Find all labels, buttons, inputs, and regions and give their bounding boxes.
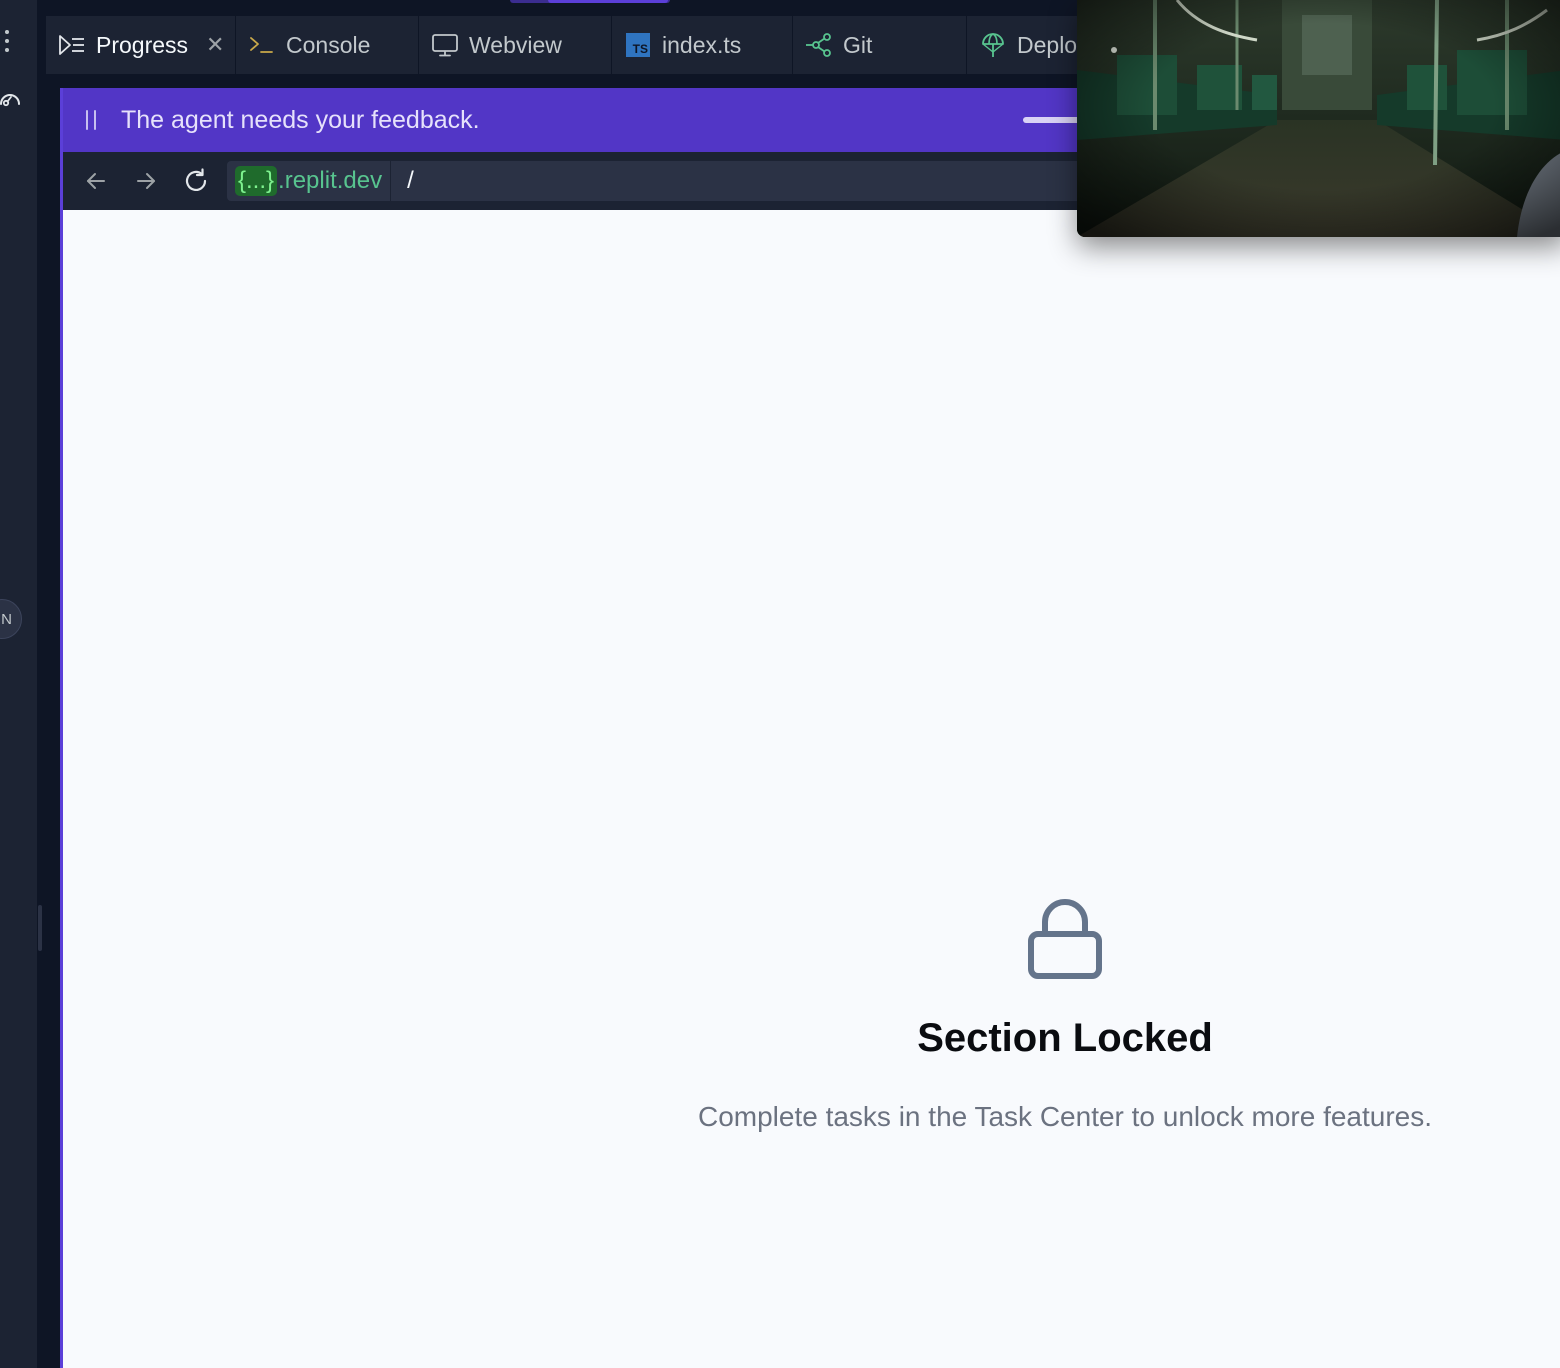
typescript-file-icon: TS	[624, 31, 652, 59]
locked-section: Section Locked Complete tasks in the Tas…	[680, 898, 1450, 1133]
tab-label: Deplo	[1017, 31, 1078, 58]
deploy-icon	[979, 31, 1007, 59]
resize-handle[interactable]	[38, 905, 42, 951]
locked-description: Complete tasks in the Task Center to unl…	[697, 1101, 1433, 1132]
user-avatar[interactable]: N	[0, 599, 22, 639]
banner-message: The agent needs your feedback.	[121, 105, 480, 134]
progress-icon	[58, 31, 86, 59]
video-overlay-pip[interactable]	[1077, 0, 1560, 237]
left-rail: N	[0, 0, 37, 1368]
pause-icon[interactable]	[83, 108, 99, 132]
url-domain: .replit.dev	[278, 167, 383, 194]
url-redacted-token: {...}	[235, 166, 278, 196]
tab-label: Git	[843, 31, 873, 58]
locked-title: Section Locked	[917, 1016, 1213, 1060]
git-icon	[805, 31, 833, 59]
tab-git[interactable]: Git	[793, 16, 967, 74]
monitor-icon	[431, 31, 459, 59]
progress-panel: The agent needs your feedback. {...} .re…	[60, 88, 1560, 1368]
terminal-icon	[248, 31, 276, 59]
top-accent-bar-highlight	[548, 0, 668, 3]
close-icon[interactable]: ✕	[206, 34, 224, 56]
url-host[interactable]: {...} .replit.dev	[235, 161, 392, 201]
tab-label: index.ts	[662, 31, 742, 58]
gauge-icon[interactable]	[0, 88, 22, 110]
tab-webview[interactable]: Webview	[419, 16, 612, 74]
subway-train-interior-image	[1077, 0, 1560, 237]
tab-console[interactable]: Console	[236, 16, 419, 74]
reload-icon[interactable]	[181, 166, 211, 196]
ts-badge: TS	[626, 33, 650, 57]
tab-label: Progress	[96, 31, 189, 58]
avatar-initial: N	[1, 610, 12, 628]
kebab-menu-icon[interactable]	[2, 30, 12, 60]
url-path-input[interactable]: /	[407, 167, 414, 195]
back-arrow-icon[interactable]	[81, 166, 111, 196]
replit-workspace: N Progress ✕ Console Webview TS index.ts…	[0, 0, 1560, 1368]
forward-arrow-icon[interactable]	[131, 166, 161, 196]
tab-index-ts[interactable]: TS index.ts	[612, 16, 793, 74]
tab-progress[interactable]: Progress ✕	[46, 16, 236, 74]
webview-content: Section Locked Complete tasks in the Tas…	[63, 210, 1560, 1368]
lock-icon	[1025, 898, 1105, 982]
tab-label: Console	[286, 31, 371, 58]
tab-label: Webview	[469, 31, 562, 58]
